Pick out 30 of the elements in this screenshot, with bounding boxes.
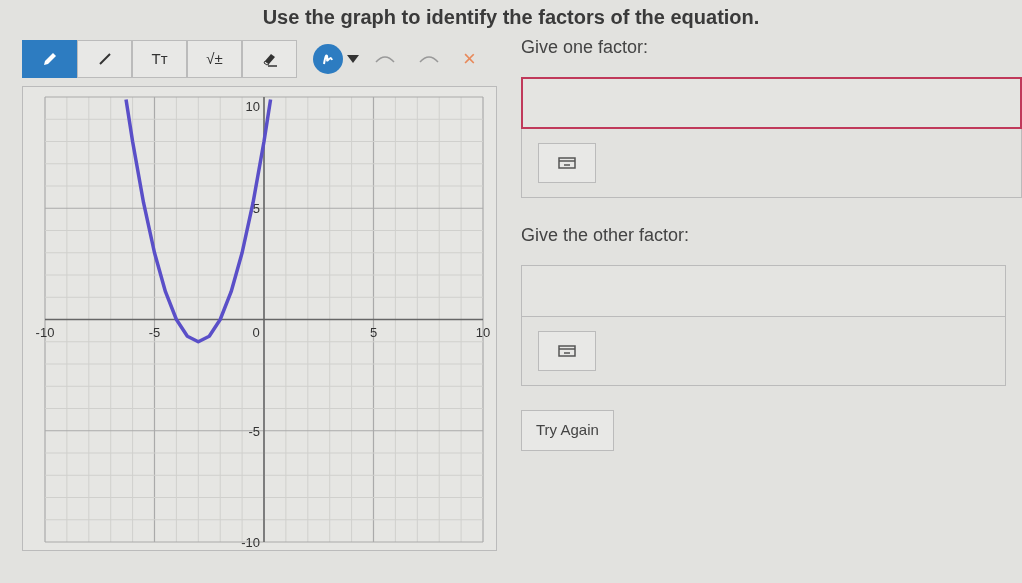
- try-again-button[interactable]: Try Again: [521, 410, 614, 451]
- keyboard-icon: [558, 157, 576, 169]
- answer-field[interactable]: [521, 265, 1006, 317]
- line-icon: [97, 52, 112, 66]
- pencil-icon: [41, 51, 58, 67]
- y-tick-label: 10: [245, 99, 260, 114]
- x-tick-label: 5: [369, 324, 378, 340]
- math-tool[interactable]: √±: [187, 40, 242, 78]
- question-title: Use the graph to identify the factors of the equation.: [261, 5, 761, 30]
- y-tick-label: -5: [248, 423, 260, 439]
- text-tool[interactable]: Tт: [132, 40, 187, 78]
- caret-icon[interactable]: [347, 55, 359, 63]
- question-prompt: Give the other factor:: [521, 224, 691, 247]
- keyboard-button[interactable]: [538, 143, 596, 183]
- x-tick-label: 0: [252, 324, 260, 340]
- answer-field[interactable]: [521, 77, 1022, 129]
- graph[interactable]: -10 -5 0 5 10 10 5 -5 -10: [22, 86, 497, 551]
- pencil-tool[interactable]: [22, 40, 77, 78]
- pen-color-icon[interactable]: [313, 44, 343, 74]
- keyboard-button[interactable]: [538, 331, 596, 371]
- y-tick-label: 5: [252, 201, 260, 217]
- question-prompt: Give one factor:: [521, 36, 650, 59]
- x-tick-label: 10: [475, 324, 491, 340]
- y-tick-label: -10: [241, 535, 260, 550]
- x-tick-label: -5: [148, 324, 161, 340]
- eraser-tool[interactable]: [242, 40, 297, 78]
- x-tick-label: -10: [35, 324, 55, 340]
- undo-icon[interactable]: [375, 55, 395, 63]
- redo-icon[interactable]: [419, 55, 439, 63]
- keyboard-icon: [558, 345, 576, 357]
